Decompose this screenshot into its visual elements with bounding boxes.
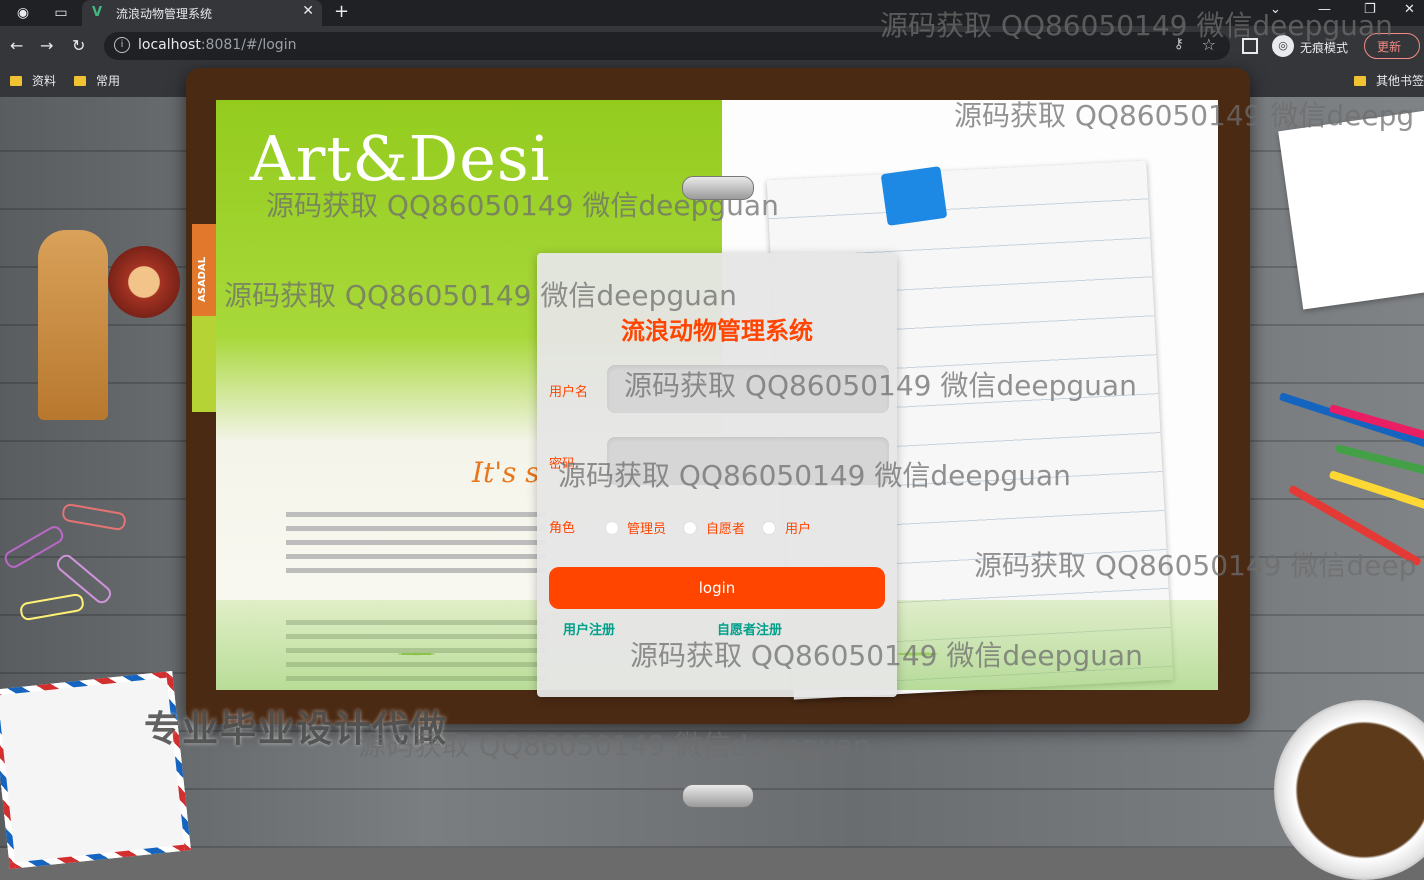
other-bookmarks[interactable]: 其他书签 xyxy=(1354,72,1424,89)
role-label-user[interactable]: 用户 xyxy=(785,518,811,537)
watermark: 源码获取 QQ86050149 微信deepguan xyxy=(624,369,1137,402)
url-text[interactable]: localhost:8081/#/login xyxy=(138,37,296,53)
site-info-icon[interactable]: i xyxy=(114,37,130,53)
role-label: 角色 xyxy=(549,521,576,536)
login-title: 流浪动物管理系统 xyxy=(621,317,813,345)
tab-close-icon[interactable]: ✕ xyxy=(302,3,314,19)
folder-icon xyxy=(74,76,86,86)
username-label: 用户名 xyxy=(549,385,589,400)
book-tab-orange: ASADAL xyxy=(192,224,216,316)
role-radio-volunteer[interactable] xyxy=(683,521,697,535)
folder-icon xyxy=(10,76,22,86)
bookmark-folder-ziliao[interactable]: 资料 xyxy=(10,72,56,89)
book-tab-green xyxy=(192,316,216,412)
watermark: 源码获取 QQ86050149 微信deepguan xyxy=(224,279,737,312)
forward-icon[interactable]: → xyxy=(40,36,53,55)
watermark: 源码获取 QQ86050149 微信deepguan xyxy=(558,459,1071,492)
bookmark-folder-changyong[interactable]: 常用 xyxy=(74,72,120,89)
text-line xyxy=(286,526,546,531)
binder-ring-bottom xyxy=(682,784,754,808)
role-label-volunteer[interactable]: 自愿者 xyxy=(706,518,745,537)
vue-logo-icon: V xyxy=(92,5,103,20)
watermark: 源码获取 QQ86050149 微信deep xyxy=(974,549,1417,582)
role-label-admin[interactable]: 管理员 xyxy=(627,518,666,537)
text-line xyxy=(286,568,546,573)
tab-active[interactable]: V 流浪动物管理系统 ✕ xyxy=(82,0,322,26)
back-icon[interactable]: ← xyxy=(10,36,23,55)
window-close-icon[interactable]: ✕ xyxy=(1404,2,1415,17)
watermark: 源码获取 QQ86050149 微信deepguan xyxy=(630,639,1143,672)
its-spring-text: It's s xyxy=(472,456,540,489)
new-tab-button[interactable]: + xyxy=(334,1,349,22)
register-user-link[interactable]: 用户注册 xyxy=(563,619,615,638)
text-line xyxy=(286,512,546,517)
binder-clip xyxy=(880,166,948,226)
book-tab-text: ASADAL xyxy=(197,256,208,302)
globe-icon[interactable]: ◉ xyxy=(14,4,32,22)
giraffe-toy xyxy=(38,230,108,420)
role-radio-user[interactable] xyxy=(762,521,776,535)
polaroid-photo xyxy=(1278,110,1424,310)
watermark: 源码获取 QQ86050149 微信deepguan xyxy=(358,729,871,762)
watermark: 源码获取 QQ86050149 微信deepguan xyxy=(880,9,1393,42)
watermark: 源码获取 QQ86050149 微信deepguan xyxy=(266,189,779,222)
tab-search-icon[interactable]: ▭ xyxy=(52,4,70,22)
folder-icon xyxy=(1354,76,1366,86)
text-line xyxy=(286,540,546,545)
tab-title: 流浪动物管理系统 xyxy=(116,7,213,21)
lion-toy xyxy=(108,246,180,318)
role-radio-admin[interactable] xyxy=(605,521,619,535)
login-button[interactable]: login xyxy=(549,567,885,609)
text-line xyxy=(286,554,546,559)
reload-icon[interactable]: ↻ xyxy=(72,36,85,55)
watermark: 源码获取 QQ86050149 微信deepg xyxy=(954,99,1415,132)
